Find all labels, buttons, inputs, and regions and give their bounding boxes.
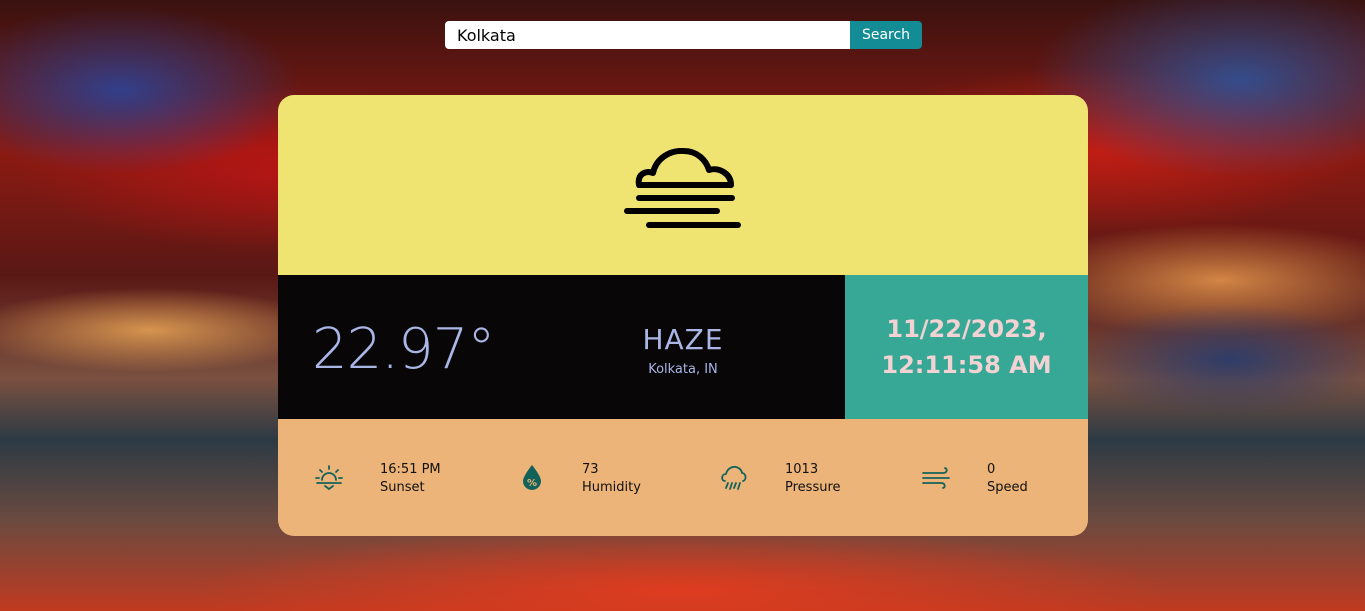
weather-condition: HAZE	[642, 323, 724, 356]
stat-pressure: 1013 Pressure	[717, 419, 897, 536]
stat-sunset: 16:51 PM Sunset	[312, 419, 492, 536]
haze-icon	[624, 148, 741, 228]
stat-value: 16:51 PM	[380, 462, 441, 477]
datetime-panel: 11/22/2023, 12:11:58 AM	[845, 275, 1088, 419]
location-label: Kolkata, IN	[648, 362, 718, 377]
search-input[interactable]	[445, 21, 850, 49]
stat-label: Sunset	[380, 480, 425, 495]
svg-text:%: %	[527, 478, 537, 489]
pressure-icon	[721, 465, 747, 490]
stat-label: Humidity	[582, 480, 641, 495]
stat-value: 73	[582, 462, 599, 477]
wind-icon	[922, 467, 950, 489]
stat-humidity: % 73 Humidity	[514, 419, 694, 536]
weather-card: 22.97° HAZE Kolkata, IN 11/22/2023, 12:1…	[278, 95, 1088, 536]
stat-value: 1013	[785, 462, 819, 477]
temperature-value: 22.97°	[312, 317, 495, 382]
stat-speed: 0 Speed	[919, 419, 1079, 536]
weather-icon-panel	[278, 95, 1088, 275]
stat-label: Speed	[987, 480, 1028, 495]
humidity-icon: %	[523, 465, 541, 490]
date-text: 11/22/2023,	[886, 315, 1047, 343]
stat-label: Pressure	[785, 480, 841, 495]
stat-value: 0	[987, 462, 996, 477]
search-button[interactable]: Search	[850, 21, 922, 49]
time-text: 12:11:58 AM	[881, 351, 1052, 379]
sunset-icon	[315, 465, 343, 491]
temperature-panel: 22.97° HAZE Kolkata, IN	[278, 275, 845, 419]
stats-panel: 16:51 PM Sunset % 73 Humidity 1013 Press…	[278, 419, 1088, 536]
search-bar: Search	[445, 21, 922, 49]
